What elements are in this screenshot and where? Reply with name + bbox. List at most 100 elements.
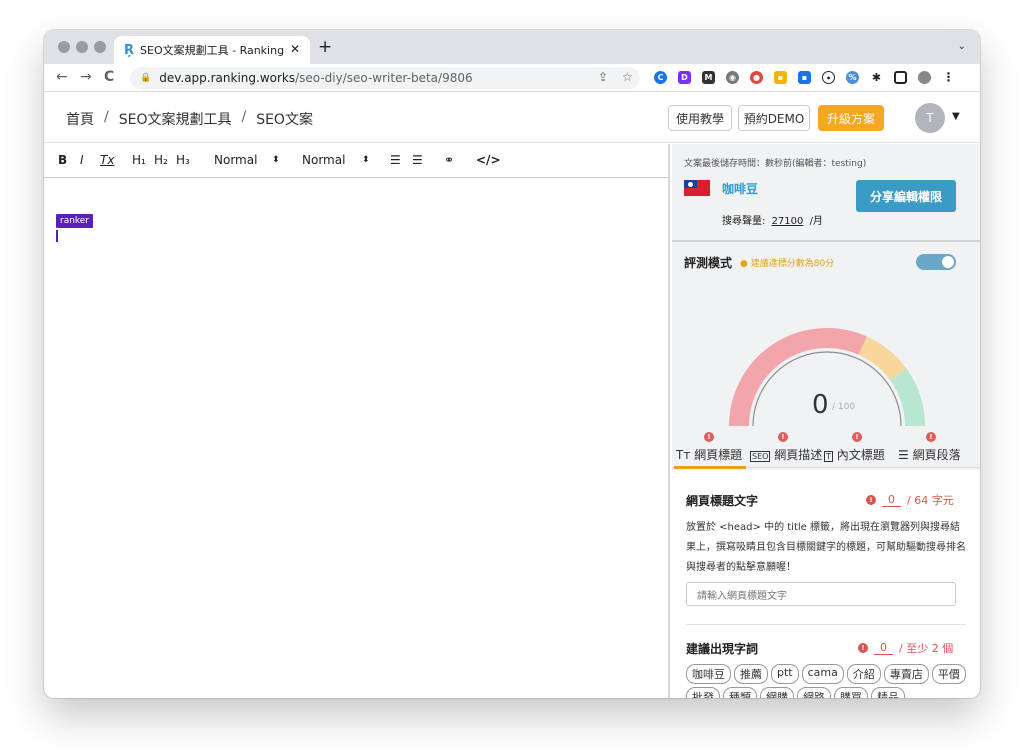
extensions-puzzle-icon[interactable]: ✱ — [870, 71, 883, 84]
editor-toolbar: B I Tx H₁ H₂ H₃ Normal ⬍ Normal ⬍ ☰ ☰ ⚭ … — [44, 144, 670, 178]
extension-m-icon[interactable]: M — [702, 71, 715, 84]
caret-down-icon[interactable]: ▼ — [952, 111, 960, 122]
upgrade-button[interactable]: 升級方案 — [818, 105, 884, 131]
search-volume-label: 搜尋聲量: — [722, 216, 766, 227]
active-tab-indicator — [674, 466, 746, 469]
title-section: 網頁標題文字 ! 0 / 64 字元 放置於 <head> 中的 title 標… — [672, 470, 980, 698]
title-section-heading: 網頁標題文字 — [686, 494, 759, 508]
suggested-word-chip: 專賣店 — [883, 664, 929, 684]
target-keyword: 咖啡豆 — [722, 182, 759, 196]
suggested-word-chip: 種類 — [723, 687, 757, 698]
suggested-word-chip: ptt — [771, 664, 799, 684]
book-demo-button[interactable]: 預約DEMO — [738, 105, 810, 131]
title-char-counter: ! 0 / 64 字元 — [866, 492, 954, 508]
mode-toggle[interactable] — [916, 254, 956, 270]
extension-c-icon[interactable]: C — [654, 71, 667, 84]
extension-yellow-icon[interactable]: ▪ — [774, 71, 787, 84]
extension-record-icon[interactable]: • — [822, 71, 835, 84]
words-count: 0 — [874, 641, 893, 655]
breadcrumb-home[interactable]: 首頁 — [66, 109, 94, 129]
words-limit: / 至少 2 個 — [899, 642, 954, 655]
suggested-word-chip: 批發 — [686, 687, 720, 698]
lightbulb-icon: ● — [740, 259, 748, 269]
close-window-button[interactable] — [58, 41, 70, 53]
close-tab-icon[interactable]: ✕ — [290, 42, 300, 56]
taiwan-flag-icon — [684, 180, 710, 196]
tab-content-headings[interactable]: T 內文標題 — [824, 446, 885, 463]
gauge-segment-mid — [858, 336, 907, 381]
breadcrumb-separator: / — [104, 109, 109, 125]
browser-menu-icon[interactable]: ⋮ — [942, 71, 955, 84]
back-arrow-icon[interactable]: ← — [56, 69, 68, 85]
avatar[interactable]: T — [915, 103, 945, 133]
tab-title: SEO文案規劃工具 - Ranking — [140, 44, 285, 57]
breadcrumb-separator: / — [241, 109, 247, 125]
tab-page-title[interactable]: Tт 網頁標題 — [676, 446, 742, 463]
score-max: / 100 — [832, 402, 856, 412]
reload-icon[interactable]: C — [104, 69, 114, 85]
page-title-input[interactable]: 請輸入網頁標題文字 — [686, 582, 956, 606]
font-size-select[interactable]: Normal — [214, 153, 257, 167]
alert-icon: ! — [858, 643, 868, 653]
extension-link-icon[interactable]: % — [846, 71, 859, 84]
browser-tab[interactable]: Ŗ SEO文案規劃工具 - Ranking ✕ — [114, 36, 310, 64]
zoom-window-button[interactable] — [94, 41, 106, 53]
breadcrumb-current: SEO文案 — [256, 112, 313, 128]
mode-tip-text: 建議達標分數為80分 — [750, 259, 835, 269]
editor-area[interactable]: B I Tx H₁ H₂ H₃ Normal ⬍ Normal ⬍ ☰ ☰ ⚭ … — [44, 144, 670, 698]
suggested-word-chip: 推薦 — [734, 664, 768, 684]
seo-panel: 文案最後儲存時間：數秒前(編輯者：testing) 咖啡豆 分享編輯權限 搜尋聲… — [672, 144, 980, 698]
tab-label: 網頁段落 — [912, 448, 961, 462]
profile-icon[interactable] — [918, 71, 931, 84]
title-box-icon: T — [824, 451, 833, 462]
words-counter: ! 0 / 至少 2 個 — [858, 640, 953, 656]
extension-d-icon[interactable]: D — [678, 71, 691, 84]
heading-1-button[interactable]: H₁ — [132, 153, 146, 167]
divider — [686, 624, 966, 625]
tutorial-button[interactable]: 使用教學 — [668, 105, 732, 131]
share-page-icon[interactable]: ⇪ — [598, 70, 608, 84]
search-volume: 搜尋聲量: 27100 /月 — [722, 212, 823, 227]
clear-format-button[interactable]: Tx — [100, 153, 114, 167]
extension-blue-icon[interactable]: ▪ — [798, 71, 811, 84]
tab-label: 網頁描述 — [774, 448, 823, 462]
mode-title: 評測模式 — [684, 256, 733, 270]
italic-button[interactable]: I — [80, 153, 84, 167]
suggested-word-chip: 網路 — [797, 687, 831, 698]
ordered-list-icon[interactable]: ☰ — [390, 153, 401, 167]
select-arrows-icon[interactable]: ⬍ — [362, 155, 370, 165]
browser-tabbar: Ŗ SEO文案規劃工具 - Ranking ✕ + ⌄ — [44, 30, 980, 64]
divider — [672, 240, 980, 242]
bold-button[interactable]: B — [58, 153, 67, 167]
suggested-word-chip: 介紹 — [846, 664, 881, 684]
suggested-word-chip: 網購 — [760, 687, 794, 698]
extension-camera-icon[interactable]: ◉ — [726, 71, 739, 84]
address-bar[interactable]: 🔒 dev.app.ranking.works /seo-diy/seo-wri… — [130, 67, 640, 89]
breadcrumb-seo-tool[interactable]: SEO文案規劃工具 — [119, 109, 232, 129]
bullet-list-icon[interactable]: ☰ — [412, 153, 423, 167]
tab-search-chevron-icon[interactable]: ⌄ — [958, 41, 966, 52]
paragraph-icon: ☰ — [898, 448, 909, 462]
link-icon[interactable]: ⚭ — [444, 153, 454, 167]
minimize-window-button[interactable] — [76, 41, 88, 53]
suggested-words: 咖啡豆 推薦 ptt cama 介紹 專賣店 平價 批發 種類 網購 網路 購買 精品 — [686, 664, 966, 698]
ranking-favicon-icon: Ŗ — [124, 42, 135, 58]
extension-color-icon[interactable]: ● — [750, 71, 763, 84]
heading-3-button[interactable]: H₃ — [176, 153, 190, 167]
collaborator-cursor-label: ranker — [56, 214, 94, 228]
url-host: dev.app.ranking.works — [159, 71, 296, 85]
font-family-select[interactable]: Normal — [302, 153, 345, 167]
side-panel-icon[interactable] — [894, 71, 907, 84]
mode-tip: ● 建議達標分數為80分 — [740, 256, 834, 269]
select-arrows-icon[interactable]: ⬍ — [272, 155, 280, 165]
forward-arrow-icon[interactable]: → — [80, 69, 92, 85]
code-icon[interactable]: </> — [476, 153, 501, 167]
bookmark-star-icon[interactable]: ☆ — [622, 70, 633, 84]
tab-label: 內文標題 — [836, 448, 885, 462]
share-permission-button[interactable]: 分享編輯權限 — [856, 180, 956, 212]
heading-2-button[interactable]: H₂ — [154, 153, 168, 167]
tab-page-description[interactable]: SEO 網頁描述 — [750, 446, 822, 463]
score-value: 0 — [812, 390, 829, 420]
new-tab-button[interactable]: + — [318, 37, 332, 57]
tab-paragraphs[interactable]: ☰ 網頁段落 — [898, 446, 961, 463]
